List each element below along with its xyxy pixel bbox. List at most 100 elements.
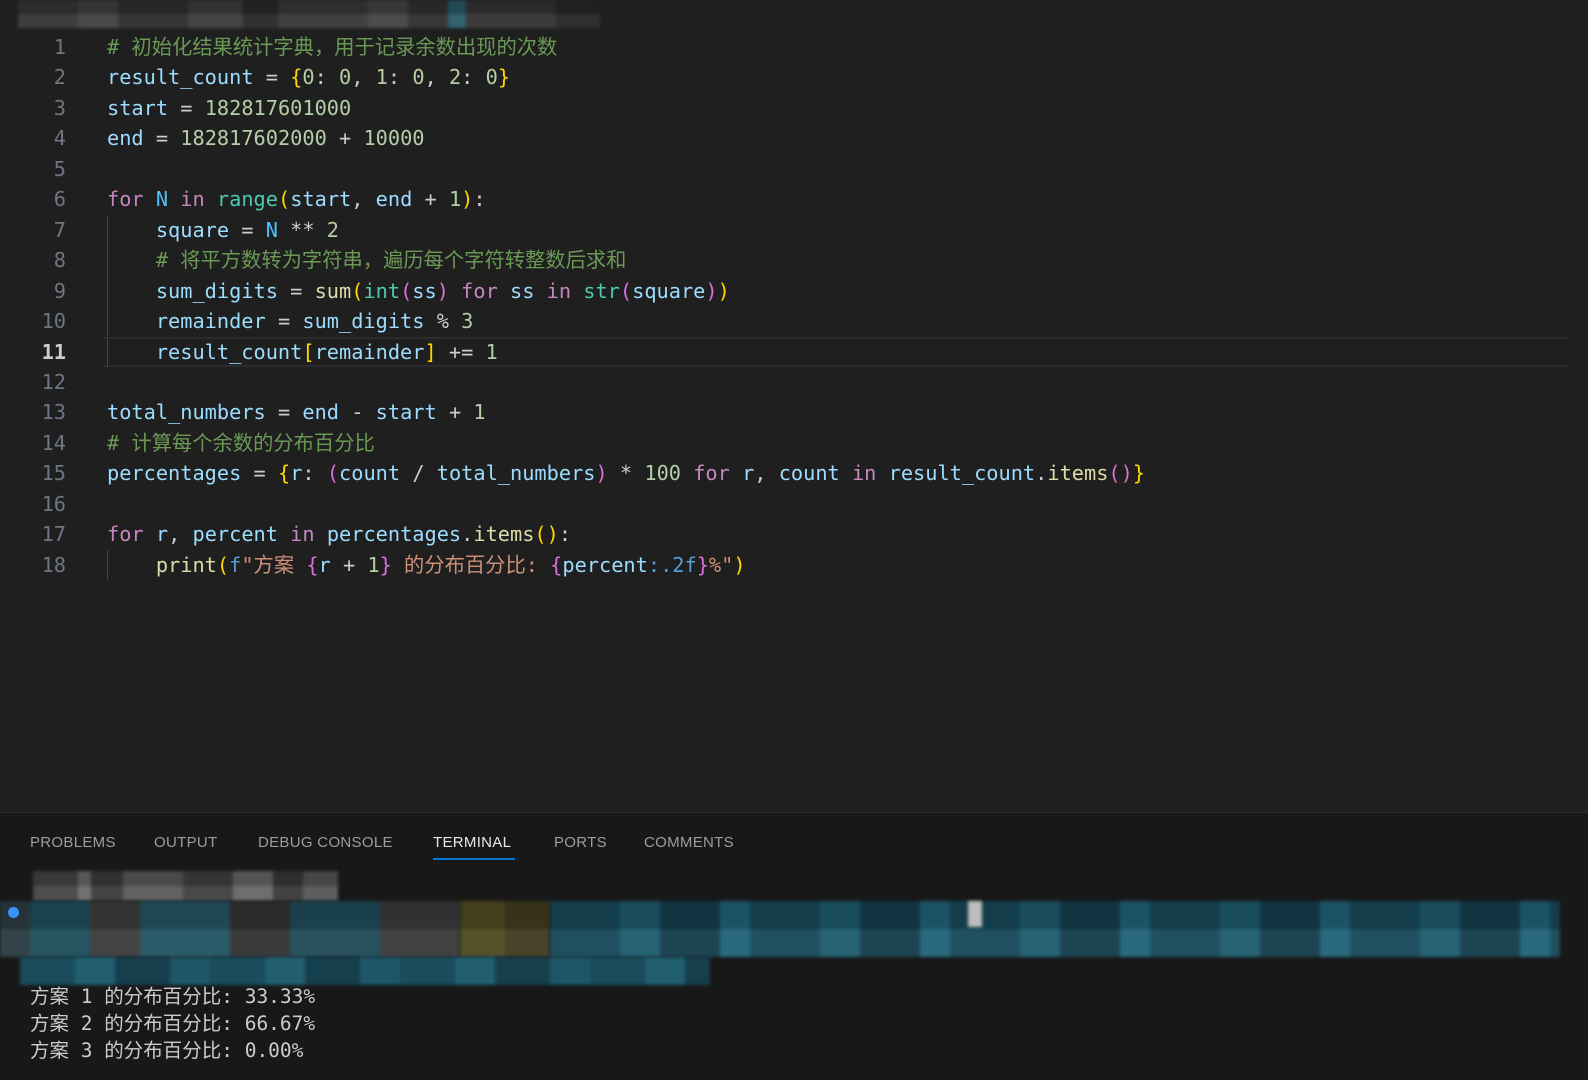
- line-number: 12: [41, 369, 66, 394]
- line-number: 10: [41, 309, 66, 334]
- line-code: remainder = sum_digits % 3: [107, 306, 474, 336]
- code-token: percent: [562, 552, 648, 577]
- code-line[interactable]: 8 # 将平方数转为字符串，遍历每个字符转整数后求和: [0, 245, 1588, 276]
- code-token: 1: [367, 552, 380, 577]
- code-token: {: [306, 552, 319, 577]
- code-token: :: [461, 65, 486, 90]
- code-token: N: [265, 217, 278, 242]
- code-token: (: [277, 187, 291, 212]
- code-token: ): [595, 461, 608, 486]
- code-token: ): [436, 278, 449, 303]
- code-token: remainder: [314, 339, 425, 364]
- code-token: =: [229, 217, 266, 242]
- code-token: percentages: [107, 461, 242, 486]
- code-line[interactable]: 4 end = 182817602000 + 10000: [0, 123, 1588, 153]
- line-number: 4: [53, 126, 66, 151]
- code-token: +: [436, 400, 474, 425]
- line-code: for r, percent in percentages.items():: [107, 519, 571, 549]
- redacted-region: [18, 0, 600, 28]
- code-token: =: [265, 309, 303, 334]
- code-token: (): [534, 522, 559, 547]
- code-token: **: [277, 217, 327, 242]
- line-code: sum_digits = sum(int(ss) for ss in str(s…: [107, 276, 730, 306]
- line-number: 1: [53, 35, 66, 59]
- code-line[interactable]: 11 result_count[remainder] += 1: [0, 336, 1588, 367]
- command-decoration-icon[interactable]: [8, 907, 19, 918]
- line-number: 14: [41, 430, 66, 455]
- code-token: count: [778, 461, 840, 486]
- code-token: 1: [485, 339, 498, 364]
- tab-terminal[interactable]: TERMINAL: [433, 829, 516, 860]
- code-token: 3: [461, 309, 474, 334]
- code-token: start: [107, 95, 169, 120]
- code-line[interactable]: 9 sum_digits = sum(int(ss) for ss in str(…: [0, 275, 1588, 307]
- line-code: square = N ** 2: [107, 215, 339, 245]
- code-token: (: [400, 278, 413, 303]
- code-line[interactable]: 17 for r, percent in percentages.items():: [0, 519, 1588, 549]
- code-token: items: [473, 522, 535, 547]
- code-token: for: [107, 187, 156, 212]
- code-line[interactable]: 2 result_count = {0: 0, 1: 0, 2: 0}: [0, 62, 1588, 92]
- tab-output[interactable]: OUTPUT: [154, 829, 217, 857]
- code-token: count: [339, 461, 401, 486]
- code-line[interactable]: 10 remainder = sum_digits % 3: [0, 306, 1588, 337]
- code-token: result_count: [155, 339, 303, 364]
- line-code: print(f"方案 {r + 1} 的分布百分比: {percent:.2f}…: [107, 550, 746, 580]
- code-token: 0: [485, 65, 498, 90]
- code-token: 0: [339, 65, 352, 90]
- code-editor[interactable]: 1 # 初始化结果统计字典，用于记录余数出现的次数 2 result_count = …: [0, 32, 1588, 812]
- code-token: =: [143, 126, 181, 151]
- redacted-region: [20, 957, 710, 985]
- code-line[interactable]: 15 percentages = {r: (count / total_numbe…: [0, 458, 1588, 488]
- code-comment: # 将平方数转为字符串，遍历每个字符转整数后求和: [155, 248, 627, 273]
- tab-ports[interactable]: PORTS: [554, 829, 607, 857]
- code-token: 1: [375, 65, 388, 90]
- code-token: }: [696, 552, 709, 577]
- code-lines[interactable]: 1 # 初始化结果统计字典，用于记录余数出现的次数 2 result_count = …: [0, 32, 1588, 812]
- code-token: in: [534, 278, 584, 303]
- code-token: :: [473, 187, 486, 212]
- redacted-region: [968, 901, 982, 927]
- code-comment: # 计算每个余数的分布百分比: [107, 430, 375, 455]
- code-line[interactable]: 18 print(f"方案 {r + 1} 的分布百分比: {percent:.2…: [0, 549, 1588, 581]
- terminal-output-line: 方案 1 的分布百分比: 33.33%: [30, 985, 316, 1008]
- code-token: -: [339, 400, 376, 425]
- terminal-output-line: 方案 2 的分布百分比: 66.67%: [30, 1012, 316, 1035]
- code-token: total_numbers: [107, 400, 266, 425]
- code-token: +: [412, 187, 449, 212]
- tab-comments[interactable]: COMMENTS: [644, 829, 734, 857]
- code-line[interactable]: 5: [0, 154, 1588, 184]
- code-line[interactable]: 13 total_numbers = end - start + 1: [0, 397, 1588, 427]
- code-token: 0: [302, 65, 315, 90]
- redacted-region: [550, 901, 1560, 957]
- code-token: %: [424, 309, 462, 334]
- terminal[interactable]: 方案 1 的分布百分比: 33.33% 方案 2 的分布百分比: 66.67% …: [0, 863, 1588, 1080]
- code-token: square: [155, 217, 230, 242]
- code-token: =: [168, 95, 205, 120]
- code-token: in: [168, 187, 217, 212]
- code-token: ]: [424, 339, 437, 364]
- code-token: ss: [412, 278, 437, 303]
- code-line[interactable]: 6 for N in range(start, end + 1):: [0, 184, 1588, 214]
- code-token: end: [375, 187, 413, 212]
- tab-problems[interactable]: PROBLEMS: [30, 829, 116, 857]
- code-line[interactable]: 3 start = 182817601000: [0, 93, 1588, 123]
- code-token: (: [326, 461, 340, 486]
- tab-debug-console[interactable]: DEBUG CONSOLE: [258, 829, 393, 857]
- line-number: 13: [41, 400, 66, 425]
- code-token: 2: [326, 217, 340, 242]
- code-token: +=: [436, 339, 486, 364]
- code-token: r: [155, 522, 169, 547]
- code-line[interactable]: 14 # 计算每个余数的分布百分比: [0, 428, 1588, 458]
- code-line[interactable]: 7 square = N ** 2: [0, 214, 1588, 246]
- code-token: +: [330, 552, 368, 577]
- line-code: # 将平方数转为字符串，遍历每个字符转整数后求和: [107, 245, 627, 275]
- line-number: 6: [53, 187, 66, 212]
- code-line[interactable]: 1 # 初始化结果统计字典，用于记录余数出现的次数: [0, 32, 1588, 62]
- code-token: :: [558, 522, 572, 547]
- code-line[interactable]: 16: [0, 489, 1588, 519]
- code-line[interactable]: 12: [0, 367, 1588, 397]
- editor-breadcrumb-bar: [0, 0, 1588, 30]
- line-number: 7: [53, 217, 66, 242]
- code-token: :: [314, 65, 340, 90]
